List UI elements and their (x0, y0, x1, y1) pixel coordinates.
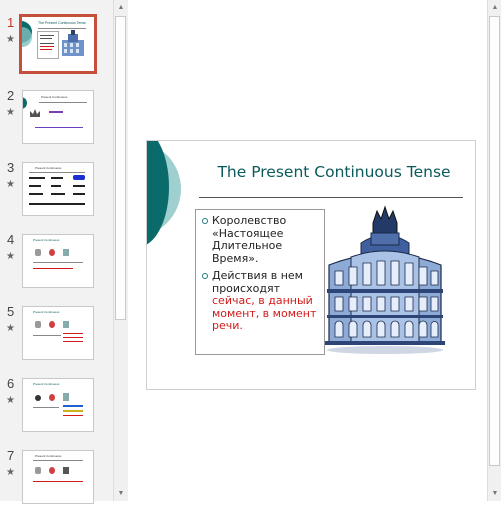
animation-star-icon: ★ (6, 467, 15, 478)
thumb-decor-circle (23, 97, 27, 109)
thumbnail-preview: Present Continuous (22, 306, 94, 360)
slide-number: 7 (7, 448, 15, 463)
thumb-rule (33, 460, 83, 461)
title-rule (199, 197, 463, 198)
slide-number: 3 (7, 160, 15, 175)
bullet-line-highlight: сейчас, в данный (212, 294, 313, 307)
bullet-line: Королевство (212, 214, 287, 227)
bullet-line: Действия в нем (212, 269, 303, 282)
scroll-up-icon[interactable]: ▲ (114, 0, 128, 15)
thumbnail-scrollbar[interactable]: ▲ ▼ (113, 0, 128, 501)
bullet-line: Длительное (212, 239, 283, 252)
slide-thumbnail-5[interactable]: 5 ★ Present Continuous (0, 304, 113, 370)
thumb-title: Present Continuous (35, 454, 62, 458)
slide-number: 1 (7, 15, 15, 30)
slide-thumbnail-pane: 1 ★ The Present Continuous Tense 2 ★ Pre… (0, 0, 113, 504)
thumb-title: Present Continuous (33, 382, 60, 386)
slide-thumbnail-6[interactable]: 6 ★ Present Continuous (0, 376, 113, 442)
slide-title[interactable]: The Present Continuous Tense (199, 163, 469, 181)
thumbnail-preview: Present Continuous (22, 378, 94, 432)
thumbnail-preview: Present Continuous (22, 234, 94, 288)
thumb-title: Present Continuous (33, 310, 60, 314)
animation-star-icon: ★ (6, 179, 15, 190)
animation-star-icon: ★ (6, 107, 15, 118)
thumbnail-preview: Present Continuous (22, 162, 94, 216)
editor-scrollbar[interactable]: ▲ ▼ (487, 0, 501, 501)
slide-thumbnail-7[interactable]: 7 ★ Present Continuous (0, 448, 113, 514)
thumb-building-image (62, 30, 84, 56)
scrollbar-thumb[interactable] (489, 16, 500, 466)
slide-number: 5 (7, 304, 15, 319)
thumb-title: The Present Continuous Tense (38, 21, 86, 25)
thumb-textbox (37, 31, 59, 59)
bullet-line-highlight: речи. (212, 319, 243, 332)
bullet-line: Время». (212, 251, 259, 265)
animation-star-icon: ★ (6, 251, 15, 262)
thumbnail-preview: The Present Continuous Tense (19, 14, 97, 74)
thumbnail-preview: Present Continuous (22, 450, 94, 504)
animation-star-icon: ★ (6, 395, 15, 406)
thumb-title: Present Continuous (35, 166, 62, 170)
slide-thumbnail-4[interactable]: 4 ★ Present Continuous (0, 232, 113, 298)
thumb-title: Present Continuous (41, 95, 68, 99)
slide-text-box[interactable]: Королевство «Настоящее Длительное Время»… (195, 209, 325, 355)
building-image[interactable] (321, 205, 447, 355)
scroll-down-icon[interactable]: ▼ (488, 486, 501, 501)
scroll-up-icon[interactable]: ▲ (488, 0, 501, 15)
slide-number: 6 (7, 376, 15, 391)
slide-canvas[interactable]: The Present Continuous Tense Королевство… (146, 140, 476, 390)
circle-bullet-icon (202, 218, 208, 224)
slide-number: 2 (7, 88, 15, 103)
scroll-down-icon[interactable]: ▼ (114, 486, 128, 501)
animation-star-icon: ★ (6, 34, 15, 45)
slide-thumbnail-3[interactable]: 3 ★ Present Continuous (0, 160, 113, 226)
thumb-rule (39, 102, 87, 103)
thumb-rule (38, 28, 86, 29)
thumb-rule (29, 172, 85, 173)
slide-thumbnail-1[interactable]: 1 ★ The Present Continuous Tense (0, 14, 113, 81)
scrollbar-thumb[interactable] (115, 16, 126, 320)
thumbnail-preview: Present Continuous (22, 90, 94, 144)
thumb-crown-image (30, 109, 40, 117)
slide-number: 4 (7, 232, 15, 247)
circle-bullet-icon (202, 273, 208, 279)
thumb-title: Present Continuous (33, 238, 60, 242)
animation-star-icon: ★ (6, 323, 15, 334)
slide-thumbnail-2[interactable]: 2 ★ Present Continuous (0, 88, 113, 154)
